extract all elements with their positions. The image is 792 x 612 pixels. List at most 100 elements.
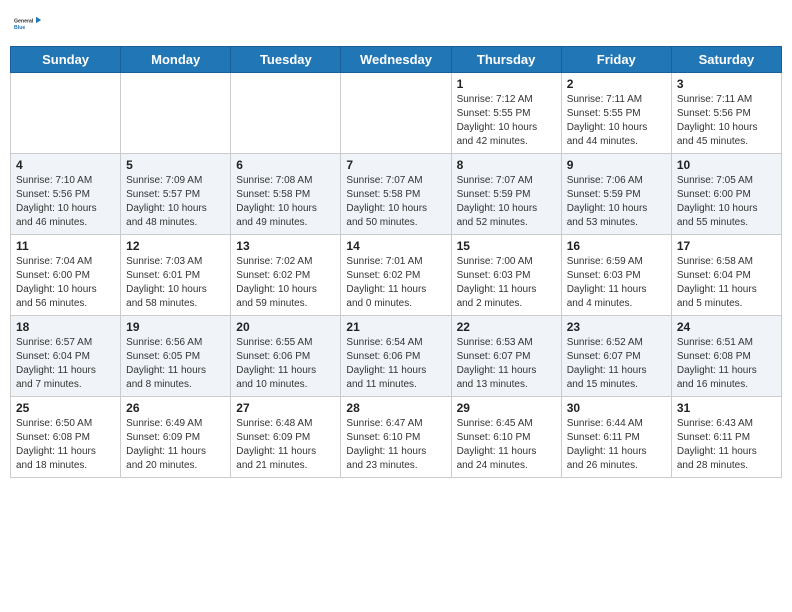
day-info: Sunrise: 7:08 AM Sunset: 5:58 PM Dayligh… (236, 174, 335, 230)
day-info: Sunrise: 6:53 AM Sunset: 6:07 PM Dayligh… (457, 336, 556, 392)
day-info: Sunrise: 6:51 AM Sunset: 6:08 PM Dayligh… (677, 336, 776, 392)
day-info: Sunrise: 7:06 AM Sunset: 5:59 PM Dayligh… (567, 174, 666, 230)
day-cell-7: 7 Sunrise: 7:07 AM Sunset: 5:58 PM Daylig… (341, 154, 451, 235)
day-cell-empty (231, 73, 341, 154)
day-cell-8: 8 Sunrise: 7:07 AM Sunset: 5:59 PM Daylig… (451, 154, 561, 235)
day-info: Sunrise: 6:52 AM Sunset: 6:07 PM Dayligh… (567, 336, 666, 392)
day-info: Sunrise: 6:50 AM Sunset: 6:08 PM Dayligh… (16, 417, 115, 473)
day-cell-4: 4 Sunrise: 7:10 AM Sunset: 5:56 PM Daylig… (11, 154, 121, 235)
day-cell-6: 6 Sunrise: 7:08 AM Sunset: 5:58 PM Daylig… (231, 154, 341, 235)
day-cell-10: 10Sunrise: 7:05 AM Sunset: 6:00 PM Dayli… (671, 154, 781, 235)
day-cell-1: 1 Sunrise: 7:12 AM Sunset: 5:55 PM Daylig… (451, 73, 561, 154)
day-cell-29: 29 Sunrise: 6:45 AM Sunset: 6:10 PM Dayli… (451, 397, 561, 478)
day-cell-15: 15 Sunrise: 7:00 AM Sunset: 6:03 PM Dayli… (451, 235, 561, 316)
weekday-header-wednesday: Wednesday (341, 47, 451, 73)
calendar-table: SundayMondayTuesdayWednesdayThursdayFrid… (10, 46, 782, 478)
weekday-header-friday: Friday (561, 47, 671, 73)
day-number: 4 (16, 158, 115, 172)
day-cell-14: 14Sunrise: 7:01 AM Sunset: 6:02 PM Dayli… (341, 235, 451, 316)
day-info: Sunrise: 6:47 AM Sunset: 6:10 PM Dayligh… (346, 417, 445, 473)
day-number: 24 (677, 320, 776, 334)
day-info: Sunrise: 6:59 AM Sunset: 6:03 PM Dayligh… (567, 255, 666, 311)
day-info: Sunrise: 6:57 AM Sunset: 6:04 PM Dayligh… (16, 336, 115, 392)
week-row-1: 1 Sunrise: 7:12 AM Sunset: 5:55 PM Daylig… (11, 73, 782, 154)
day-number: 8 (457, 158, 556, 172)
day-cell-3: 3 Sunrise: 7:11 AM Sunset: 5:56 PM Daylig… (671, 73, 781, 154)
day-cell-20: 20Sunrise: 6:55 AM Sunset: 6:06 PM Dayli… (231, 316, 341, 397)
day-info: Sunrise: 7:00 AM Sunset: 6:03 PM Dayligh… (457, 255, 556, 311)
day-number: 25 (16, 401, 115, 415)
day-info: Sunrise: 7:02 AM Sunset: 6:02 PM Dayligh… (236, 255, 335, 311)
logo: GeneralBlue (14, 10, 42, 38)
day-number: 1 (457, 77, 556, 91)
day-info: Sunrise: 7:11 AM Sunset: 5:55 PM Dayligh… (567, 93, 666, 149)
day-cell-31: 31Sunrise: 6:43 AM Sunset: 6:11 PM Dayli… (671, 397, 781, 478)
week-row-3: 11Sunrise: 7:04 AM Sunset: 6:00 PM Dayli… (11, 235, 782, 316)
day-number: 29 (457, 401, 556, 415)
week-row-4: 18 Sunrise: 6:57 AM Sunset: 6:04 PM Dayli… (11, 316, 782, 397)
day-info: Sunrise: 6:55 AM Sunset: 6:06 PM Dayligh… (236, 336, 335, 392)
day-info: Sunrise: 7:09 AM Sunset: 5:57 PM Dayligh… (126, 174, 225, 230)
day-number: 15 (457, 239, 556, 253)
day-number: 9 (567, 158, 666, 172)
day-cell-17: 17 Sunrise: 6:58 AM Sunset: 6:04 PM Dayli… (671, 235, 781, 316)
day-number: 14 (346, 239, 445, 253)
day-number: 28 (346, 401, 445, 415)
day-cell-12: 12Sunrise: 7:03 AM Sunset: 6:01 PM Dayli… (121, 235, 231, 316)
day-cell-25: 25 Sunrise: 6:50 AM Sunset: 6:08 PM Dayli… (11, 397, 121, 478)
day-number: 6 (236, 158, 335, 172)
header: GeneralBlue (10, 10, 782, 38)
weekday-header-tuesday: Tuesday (231, 47, 341, 73)
day-number: 2 (567, 77, 666, 91)
day-info: Sunrise: 6:48 AM Sunset: 6:09 PM Dayligh… (236, 417, 335, 473)
day-number: 16 (567, 239, 666, 253)
day-cell-2: 2 Sunrise: 7:11 AM Sunset: 5:55 PM Daylig… (561, 73, 671, 154)
day-number: 5 (126, 158, 225, 172)
day-number: 19 (126, 320, 225, 334)
weekday-header-thursday: Thursday (451, 47, 561, 73)
day-number: 18 (16, 320, 115, 334)
day-cell-empty (341, 73, 451, 154)
day-cell-30: 30 Sunrise: 6:44 AM Sunset: 6:11 PM Dayli… (561, 397, 671, 478)
day-info: Sunrise: 6:56 AM Sunset: 6:05 PM Dayligh… (126, 336, 225, 392)
day-cell-11: 11Sunrise: 7:04 AM Sunset: 6:00 PM Dayli… (11, 235, 121, 316)
day-cell-22: 22Sunrise: 6:53 AM Sunset: 6:07 PM Dayli… (451, 316, 561, 397)
day-cell-26: 26 Sunrise: 6:49 AM Sunset: 6:09 PM Dayli… (121, 397, 231, 478)
day-cell-27: 27 Sunrise: 6:48 AM Sunset: 6:09 PM Dayli… (231, 397, 341, 478)
logo-icon: GeneralBlue (14, 10, 42, 38)
svg-text:General: General (14, 18, 34, 24)
day-cell-5: 5 Sunrise: 7:09 AM Sunset: 5:57 PM Daylig… (121, 154, 231, 235)
day-cell-16: 16 Sunrise: 6:59 AM Sunset: 6:03 PM Dayli… (561, 235, 671, 316)
day-number: 12 (126, 239, 225, 253)
day-cell-18: 18 Sunrise: 6:57 AM Sunset: 6:04 PM Dayli… (11, 316, 121, 397)
day-cell-13: 13 Sunrise: 7:02 AM Sunset: 6:02 PM Dayli… (231, 235, 341, 316)
day-info: Sunrise: 7:11 AM Sunset: 5:56 PM Dayligh… (677, 93, 776, 149)
day-info: Sunrise: 7:04 AM Sunset: 6:00 PM Dayligh… (16, 255, 115, 311)
weekday-header-sunday: Sunday (11, 47, 121, 73)
day-number: 31 (677, 401, 776, 415)
day-info: Sunrise: 7:07 AM Sunset: 5:59 PM Dayligh… (457, 174, 556, 230)
day-cell-19: 19 Sunrise: 6:56 AM Sunset: 6:05 PM Dayli… (121, 316, 231, 397)
day-number: 27 (236, 401, 335, 415)
day-cell-empty (121, 73, 231, 154)
day-info: Sunrise: 6:45 AM Sunset: 6:10 PM Dayligh… (457, 417, 556, 473)
day-info: Sunrise: 7:12 AM Sunset: 5:55 PM Dayligh… (457, 93, 556, 149)
weekday-header-row: SundayMondayTuesdayWednesdayThursdayFrid… (11, 47, 782, 73)
svg-text:Blue: Blue (14, 25, 25, 31)
day-cell-9: 9 Sunrise: 7:06 AM Sunset: 5:59 PM Daylig… (561, 154, 671, 235)
day-info: Sunrise: 6:44 AM Sunset: 6:11 PM Dayligh… (567, 417, 666, 473)
day-number: 17 (677, 239, 776, 253)
day-number: 23 (567, 320, 666, 334)
day-number: 13 (236, 239, 335, 253)
day-info: Sunrise: 7:07 AM Sunset: 5:58 PM Dayligh… (346, 174, 445, 230)
day-info: Sunrise: 6:54 AM Sunset: 6:06 PM Dayligh… (346, 336, 445, 392)
day-number: 7 (346, 158, 445, 172)
day-info: Sunrise: 7:05 AM Sunset: 6:00 PM Dayligh… (677, 174, 776, 230)
day-info: Sunrise: 6:58 AM Sunset: 6:04 PM Dayligh… (677, 255, 776, 311)
day-number: 3 (677, 77, 776, 91)
day-cell-empty (11, 73, 121, 154)
day-info: Sunrise: 7:10 AM Sunset: 5:56 PM Dayligh… (16, 174, 115, 230)
day-info: Sunrise: 6:49 AM Sunset: 6:09 PM Dayligh… (126, 417, 225, 473)
day-number: 30 (567, 401, 666, 415)
day-number: 26 (126, 401, 225, 415)
